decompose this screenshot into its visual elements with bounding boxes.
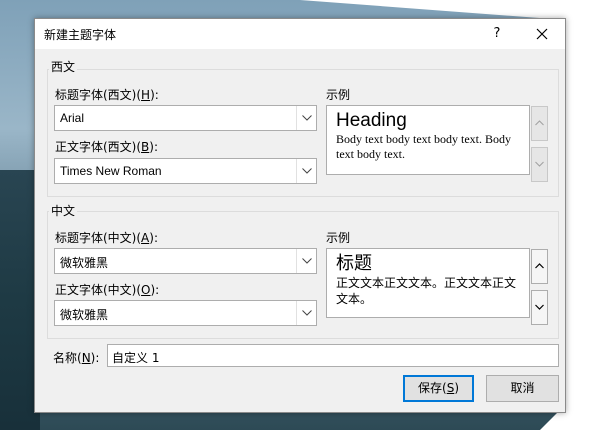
western-sample-scroll-up[interactable] xyxy=(531,106,548,141)
western-sample-body: Body text body text body text. Body text… xyxy=(336,132,511,161)
body-font-eastasian-value: 微软雅黑 xyxy=(60,308,109,322)
heading-font-eastasian-value: 微软雅黑 xyxy=(60,256,109,270)
help-button[interactable]: ? xyxy=(485,23,509,45)
heading-font-western-label: 标题字体(西文)(H): xyxy=(55,88,159,102)
chevron-down-icon xyxy=(302,310,312,316)
eastasian-sample-scroll-down[interactable] xyxy=(531,290,548,325)
body-font-eastasian-label: 正文字体(中文)(O): xyxy=(55,283,160,297)
chevron-down-icon xyxy=(535,161,544,167)
eastasian-sample-body: 正文文本正文文本。正文文本正文文本。 xyxy=(336,276,517,306)
body-font-western-dropdown[interactable] xyxy=(296,159,316,183)
body-font-eastasian-dropdown[interactable] xyxy=(296,301,316,325)
theme-name-value: 自定义 1 xyxy=(112,351,160,365)
heading-font-eastasian-label: 标题字体(中文)(A): xyxy=(55,231,158,245)
theme-name-input[interactable]: 自定义 1 xyxy=(107,344,559,367)
save-button[interactable]: 保存(S) xyxy=(403,375,474,402)
close-icon xyxy=(536,28,548,40)
heading-font-western-select[interactable]: Arial xyxy=(54,105,317,131)
western-sample-heading: Heading xyxy=(336,110,407,131)
dialog-titlebar: 新建主题字体 ? xyxy=(35,19,565,49)
body-font-eastasian-select[interactable]: 微软雅黑 xyxy=(54,300,317,326)
western-sample-scroll-down[interactable] xyxy=(531,147,548,182)
eastasian-group-label: 中文 xyxy=(49,202,78,219)
western-sample-preview: Heading Body text body text body text. B… xyxy=(326,105,530,175)
eastasian-sample-preview: 标题 正文文本正文文本。正文文本正文文本。 xyxy=(326,248,530,318)
chevron-down-icon xyxy=(535,304,544,310)
body-font-western-select[interactable]: Times New Roman xyxy=(54,158,317,184)
cancel-button[interactable]: 取消 xyxy=(486,375,559,402)
body-font-western-value: Times New Roman xyxy=(60,164,162,178)
heading-font-western-value: Arial xyxy=(60,111,85,125)
chevron-down-icon xyxy=(302,168,312,174)
chevron-down-icon xyxy=(302,258,312,264)
close-button[interactable] xyxy=(527,23,557,45)
chevron-up-icon xyxy=(535,120,544,126)
western-sample-label: 示例 xyxy=(326,88,351,102)
eastasian-sample-scroll-up[interactable] xyxy=(531,249,548,284)
heading-font-western-dropdown[interactable] xyxy=(296,106,316,130)
body-font-western-label: 正文字体(西文)(B): xyxy=(55,140,159,154)
dialog-title: 新建主题字体 xyxy=(44,28,117,42)
eastasian-sample-label: 示例 xyxy=(326,231,351,245)
chevron-down-icon xyxy=(302,115,312,121)
chevron-up-icon xyxy=(535,263,544,269)
theme-name-label: 名称(N): xyxy=(53,351,100,365)
eastasian-sample-heading: 标题 xyxy=(336,253,372,274)
western-group-label: 西文 xyxy=(49,58,78,75)
heading-font-eastasian-select[interactable]: 微软雅黑 xyxy=(54,248,317,274)
new-theme-fonts-dialog: 新建主题字体 ? 西文 标题字体(西文)(H): Arial 正文字体(西文)(… xyxy=(34,18,566,413)
heading-font-eastasian-dropdown[interactable] xyxy=(296,249,316,273)
